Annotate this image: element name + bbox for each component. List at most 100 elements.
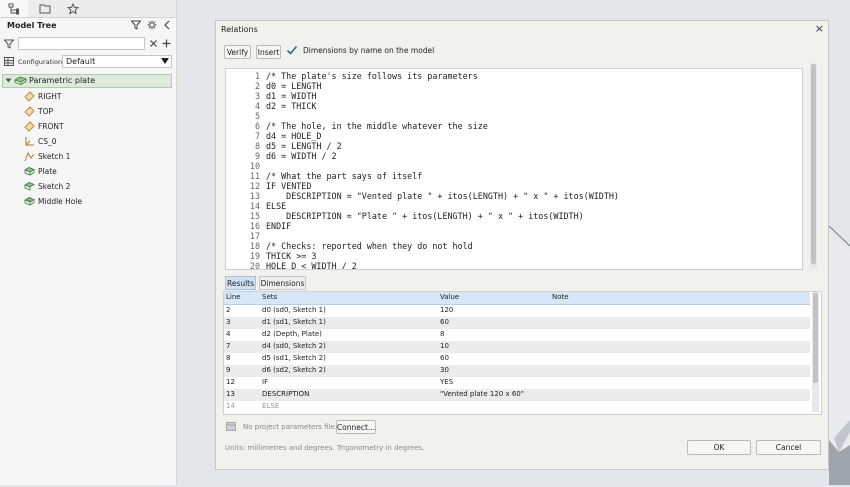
table-row[interactable]: 7 d4 (sd0, Sketch 2) 10 <box>224 341 810 353</box>
tab-model-tree[interactable] <box>0 0 28 17</box>
tree-item-label: Sketch 2 <box>38 182 71 191</box>
cell-sets: d6 (sd2, Sketch 2) <box>262 366 326 374</box>
settings-icon[interactable] <box>147 20 157 30</box>
tree-item-top[interactable]: TOP <box>24 105 164 119</box>
cell-line: 8 <box>226 354 231 362</box>
chevron-down-icon <box>161 58 169 64</box>
collapse-panel-icon[interactable] <box>163 20 171 30</box>
tab-dimensions[interactable]: Dimensions <box>259 276 306 290</box>
cell-value: 120 <box>440 306 454 314</box>
line-number: 18 <box>249 241 260 251</box>
code-line: d2 = THICK <box>266 101 317 111</box>
tree-item-middle-hole[interactable]: Middle Hole <box>24 195 164 209</box>
folder-icon <box>39 4 51 14</box>
star-icon <box>67 2 79 15</box>
editor-scrollbar[interactable] <box>810 63 817 269</box>
results-scroll-thumb[interactable] <box>813 293 818 383</box>
cell-sets: d2 (Depth, Plate) <box>262 330 322 338</box>
cell-sets: d4 (sd0, Sketch 2) <box>262 342 326 350</box>
line-number: 16 <box>249 221 260 231</box>
tree-item-cs0[interactable]: CS_0 <box>24 135 164 149</box>
column-header-line: Line <box>226 293 241 301</box>
datum-plane-icon <box>24 91 35 102</box>
ok-button[interactable]: OK <box>687 440 751 455</box>
tree-root-item[interactable]: Parametric plate <box>2 74 172 88</box>
tree-item-label: CS_0 <box>38 137 57 146</box>
tree-item-right[interactable]: RIGHT <box>24 90 164 104</box>
cancel-button[interactable]: Cancel <box>756 440 821 455</box>
line-number: 17 <box>249 231 260 241</box>
table-row[interactable]: 9 d6 (sd2, Sketch 2) 30 <box>224 365 810 377</box>
clear-icon[interactable] <box>149 39 158 48</box>
tree-item-label: Middle Hole <box>38 197 83 206</box>
line-number: 11 <box>249 171 260 181</box>
cell-line: 4 <box>226 330 231 338</box>
line-number: 14 <box>249 201 260 211</box>
line-number: 13 <box>249 191 260 201</box>
editor-scroll-thumb[interactable] <box>811 64 816 264</box>
line-number: 9 <box>254 151 260 161</box>
code-line: IF VENTED <box>266 181 312 191</box>
datum-plane-icon <box>24 106 35 117</box>
tree-item-sketch2[interactable]: Sketch 2 <box>24 180 164 194</box>
cell-line: 7 <box>226 342 231 350</box>
line-number: 3 <box>254 91 260 101</box>
table-row[interactable]: 13 DESCRIPTION "Vented plate 120 x 60" <box>224 389 810 401</box>
table-row[interactable]: 3 d1 (sd1, Sketch 1) 60 <box>224 317 810 329</box>
cell-line: 3 <box>226 318 231 326</box>
line-number: 7 <box>254 131 260 141</box>
tree-icon <box>8 3 19 14</box>
tree-item-sketch1[interactable]: Sketch 1 <box>24 150 164 164</box>
configuration-select[interactable]: Default <box>62 55 172 68</box>
cell-sets: DESCRIPTION <box>262 390 310 398</box>
tree-item-label: RIGHT <box>38 92 62 101</box>
relations-dialog: Relations × Verify Insert Dimensions by … <box>215 20 829 470</box>
cell-line: 2 <box>226 306 231 314</box>
cell-sets: ELSE <box>262 402 280 410</box>
code-line: /* What the part says of itself <box>266 171 423 181</box>
table-row[interactable]: 14 ELSE <box>224 401 810 413</box>
code-line: HOLE_D < WIDTH / 2 <box>266 261 357 270</box>
cell-sets: IF <box>262 378 269 386</box>
code-line: d6 = WIDTH / 2 <box>266 151 337 161</box>
line-number: 2 <box>254 81 260 91</box>
expand-triangle-icon[interactable] <box>5 77 12 84</box>
configuration-value: Default <box>66 57 96 66</box>
tree-search-input[interactable] <box>18 37 145 50</box>
table-row[interactable]: 2 d0 (sd0, Sketch 1) 120 <box>224 305 810 317</box>
viewport-edge[interactable] <box>828 0 850 485</box>
table-row[interactable]: 8 d5 (sd1, Sketch 2) 60 <box>224 353 810 365</box>
dimensions-by-name-checkbox[interactable] <box>286 44 298 56</box>
tree-filter-row <box>4 37 172 51</box>
tab-results[interactable]: Results <box>225 276 256 290</box>
table-row[interactable]: 12 IF YES <box>224 377 810 389</box>
code-line: ELSE <box>266 201 287 211</box>
column-header-note: Note <box>552 293 569 301</box>
filter-icon[interactable] <box>131 20 141 30</box>
cell-value: "Vented plate 120 x 60" <box>440 390 524 398</box>
tree-item-label: FRONT <box>38 122 64 131</box>
plate-model-shape <box>828 225 850 485</box>
code-line: ENDIF <box>266 221 292 231</box>
add-icon[interactable] <box>162 39 171 48</box>
panel-tools <box>131 20 171 30</box>
table-row[interactable]: 4 d2 (Depth, Plate) 8 <box>224 329 810 341</box>
line-number: 5 <box>254 111 260 121</box>
cell-value: 10 <box>440 342 449 350</box>
tab-favorites[interactable] <box>59 0 87 17</box>
configuration-label: Configuration <box>18 58 63 66</box>
cell-sets: d5 (sd1, Sketch 2) <box>262 354 326 362</box>
insert-button[interactable]: Insert <box>256 45 281 59</box>
tab-files[interactable] <box>31 0 59 17</box>
tree-item-front[interactable]: FRONT <box>24 120 164 134</box>
relations-code-editor[interactable]: 1 2 3 4 5 6 7 8 9 10 11 12 13 14 15 16 17 18 19 20 /* The p… <box>225 68 803 270</box>
cell-value: 60 <box>440 354 449 362</box>
close-icon[interactable]: × <box>815 22 824 35</box>
table-icon <box>4 57 14 66</box>
connect-button[interactable]: Connect... <box>336 420 376 434</box>
results-scrollbar[interactable] <box>812 292 819 412</box>
verify-button[interactable]: Verify <box>224 45 251 59</box>
tree-item-plate[interactable]: Plate <box>24 165 164 179</box>
